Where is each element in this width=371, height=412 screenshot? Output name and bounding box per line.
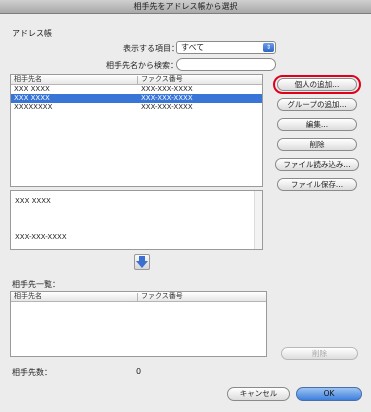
row-fax: XXX-XXX-XXXX <box>141 103 193 111</box>
recipients-list-header: 相手先名 ファクス番号 <box>11 292 266 302</box>
address-list[interactable]: 相手先名 ファクス番号 XXX XXXX XXX-XXX-XXXX XXX XX… <box>10 74 263 187</box>
address-list-header: 相手先名 ファクス番号 <box>11 75 262 85</box>
display-items-label: 表示する項目： <box>123 44 179 53</box>
column-separator <box>137 293 138 301</box>
import-file-button[interactable]: ファイル読み込み... <box>275 158 359 171</box>
detail-name: XXX XXXX <box>15 197 51 205</box>
recipient-count-value: 0 <box>136 367 142 376</box>
column-header-name[interactable]: 相手先名 <box>14 292 42 301</box>
edit-button[interactable]: 編集... <box>277 118 357 131</box>
select-arrows-icon: ⇕ <box>263 43 274 52</box>
display-items-value: すべて <box>181 43 205 52</box>
table-row[interactable]: XXXXXXXX XXX-XXX-XXXX <box>11 103 262 112</box>
recipients-list[interactable]: 相手先名 ファクス番号 <box>10 291 267 357</box>
search-input[interactable] <box>176 58 276 71</box>
column-header-fax[interactable]: ファクス番号 <box>141 75 183 84</box>
row-name: XXX XXXX <box>14 94 50 102</box>
display-items-select[interactable]: すべて ⇕ <box>176 41 276 54</box>
detail-fax: XXX-XXX-XXXX <box>15 233 67 241</box>
save-file-button[interactable]: ファイル保存... <box>277 178 357 191</box>
table-row[interactable]: XXX XXXX XXX-XXX-XXXX <box>11 85 262 94</box>
search-label: 相手先名から検索： <box>106 61 178 70</box>
recipients-heading: 相手先一覧： <box>12 280 60 289</box>
detail-scrollbar[interactable] <box>254 191 262 249</box>
cancel-button[interactable]: キャンセル <box>227 387 290 401</box>
add-to-recipients-button[interactable] <box>134 254 150 270</box>
add-person-button[interactable]: 個人の追加... <box>277 78 357 91</box>
delete-button[interactable]: 削除 <box>277 138 357 151</box>
row-name: XXXXXXXX <box>14 103 53 111</box>
remove-recipient-button[interactable]: 削除 <box>281 347 358 360</box>
ok-button[interactable]: OK <box>296 387 362 401</box>
column-separator <box>137 76 138 84</box>
address-book-heading: アドレス帳 <box>12 29 52 38</box>
arrow-down-icon <box>136 256 148 268</box>
table-row-selected[interactable]: XXX XXXX XXX-XXX-XXXX <box>11 94 262 103</box>
row-fax: XXX-XXX-XXXX <box>141 85 193 93</box>
dialog-panel: アドレス帳 表示する項目： すべて ⇕ 相手先名から検索： 相手先名 ファクス番… <box>0 14 371 412</box>
window-title: 相手先をアドレス帳から選択 <box>0 0 371 14</box>
column-header-name[interactable]: 相手先名 <box>14 75 42 84</box>
recipient-count-label: 相手先数： <box>12 368 52 377</box>
row-name: XXX XXXX <box>14 85 50 93</box>
detail-panel: XXX XXXX XXX-XXX-XXXX <box>10 190 263 250</box>
column-header-fax[interactable]: ファクス番号 <box>141 292 183 301</box>
row-fax: XXX-XXX-XXXX <box>141 94 193 102</box>
add-group-button[interactable]: グループの追加... <box>277 98 357 111</box>
